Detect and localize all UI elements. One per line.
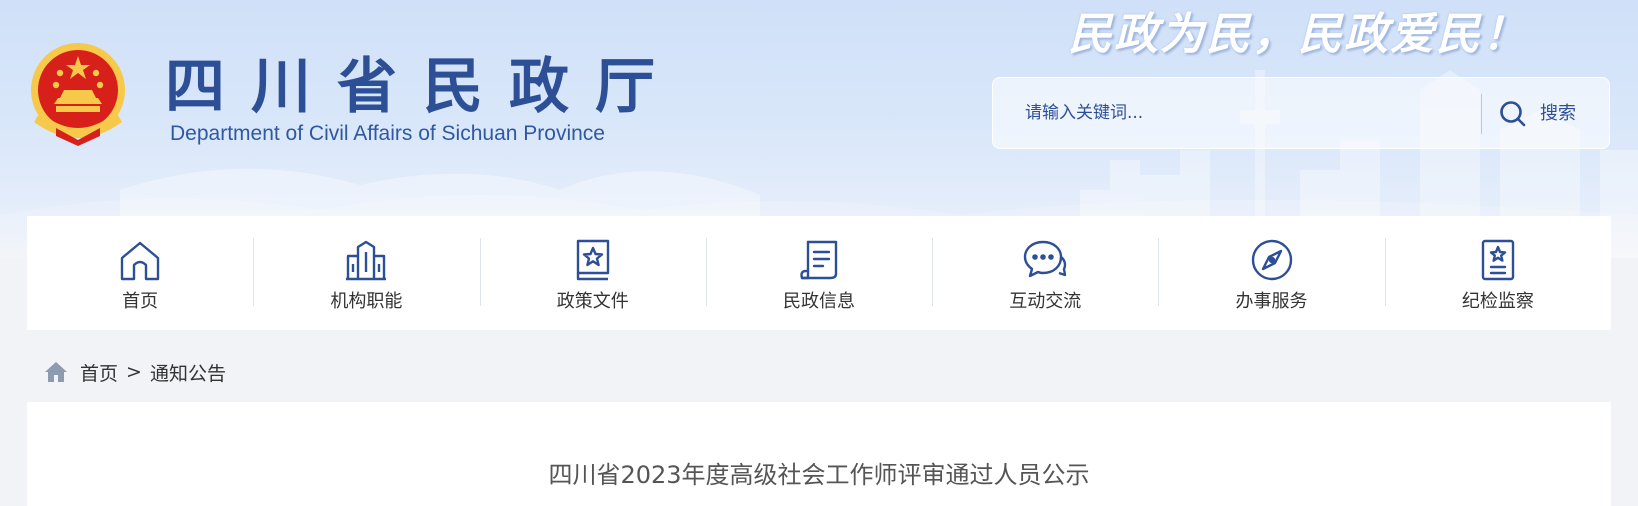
national-emblem-logo bbox=[31, 43, 125, 146]
home-icon bbox=[45, 362, 67, 382]
breadcrumb-home-link[interactable]: 首页 bbox=[80, 359, 118, 386]
chat-bubbles-icon bbox=[1024, 240, 1067, 278]
nav-label: 办事服务 bbox=[1235, 291, 1308, 312]
search-input[interactable] bbox=[993, 78, 1481, 148]
nav-label: 纪检监察 bbox=[1461, 291, 1534, 312]
nav-item-services[interactable]: 办事服务 bbox=[1158, 216, 1384, 330]
nav-item-organization[interactable]: 机构职能 bbox=[253, 216, 479, 330]
page: 四川省民政厅 Department of Civil Affairs of Si… bbox=[0, 0, 1638, 506]
search-icon[interactable] bbox=[1497, 98, 1529, 130]
nav-label: 互动交流 bbox=[1009, 291, 1082, 312]
nav-item-home[interactable]: 首页 bbox=[27, 216, 253, 330]
compass-icon bbox=[1251, 239, 1292, 281]
main-nav: 首页 机构职能 政策文件 民政信息 互动交流 办事服务 纪检监察 bbox=[27, 216, 1611, 330]
nav-item-civil-affairs-info[interactable]: 民政信息 bbox=[705, 216, 932, 330]
document-star-icon bbox=[576, 239, 609, 281]
scroll-icon bbox=[800, 240, 838, 280]
article-title: 四川省2023年度高级社会工作师评审通过人员公示 bbox=[548, 461, 1090, 489]
breadcrumb: 首页 > 通知公告 bbox=[44, 356, 226, 388]
nav-label: 民政信息 bbox=[782, 291, 855, 312]
nav-label: 机构职能 bbox=[330, 291, 403, 312]
nav-item-interaction[interactable]: 互动交流 bbox=[932, 216, 1158, 330]
search-box: 搜索 bbox=[992, 77, 1610, 149]
nav-item-policy-documents[interactable]: 政策文件 bbox=[479, 216, 706, 330]
site-title: 四川省民政厅 bbox=[165, 52, 681, 122]
site-title-english: Department of Civil Affairs of Sichuan P… bbox=[170, 122, 605, 145]
slogan: 民政为民，民政爱民！ bbox=[1068, 9, 1528, 60]
breadcrumb-current-link[interactable]: 通知公告 bbox=[150, 359, 226, 386]
article-panel: 四川省2023年度高级社会工作师评审通过人员公示 bbox=[27, 402, 1611, 506]
nav-label: 首页 bbox=[122, 291, 159, 312]
search-button[interactable]: 搜索 bbox=[1540, 100, 1576, 128]
nav-label: 政策文件 bbox=[556, 291, 629, 312]
search-divider bbox=[1481, 94, 1482, 134]
breadcrumb-separator: > bbox=[126, 361, 142, 383]
building-icon bbox=[346, 240, 387, 281]
home-icon bbox=[120, 241, 160, 281]
badge-star-icon bbox=[1481, 239, 1515, 281]
nav-item-discipline-inspection[interactable]: 纪检监察 bbox=[1384, 216, 1611, 330]
